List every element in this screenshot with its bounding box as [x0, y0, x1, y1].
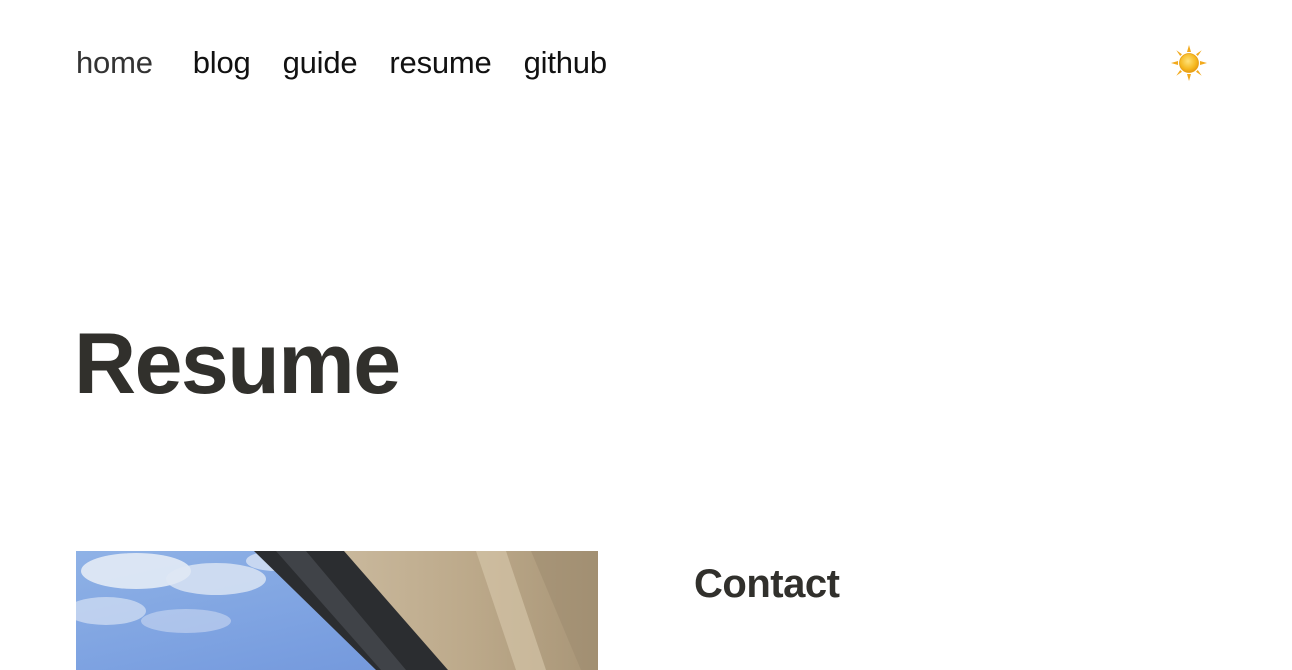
profile-photo — [76, 551, 598, 670]
nav-resume-link[interactable]: resume — [389, 40, 491, 86]
nav-home-link[interactable]: home — [76, 40, 153, 86]
page-title: Resume — [74, 316, 401, 412]
theme-toggle-button[interactable] — [1170, 44, 1208, 82]
page: home blog guide resume github Resume Con… — [0, 0, 1292, 670]
contact-heading: Contact — [694, 562, 840, 606]
nav-blog-link[interactable]: blog — [193, 40, 251, 86]
nav-guide-link[interactable]: guide — [283, 40, 358, 86]
nav-github-link[interactable]: github — [524, 40, 607, 86]
sun-icon — [1171, 45, 1207, 81]
top-nav: home blog guide resume github — [76, 40, 639, 86]
